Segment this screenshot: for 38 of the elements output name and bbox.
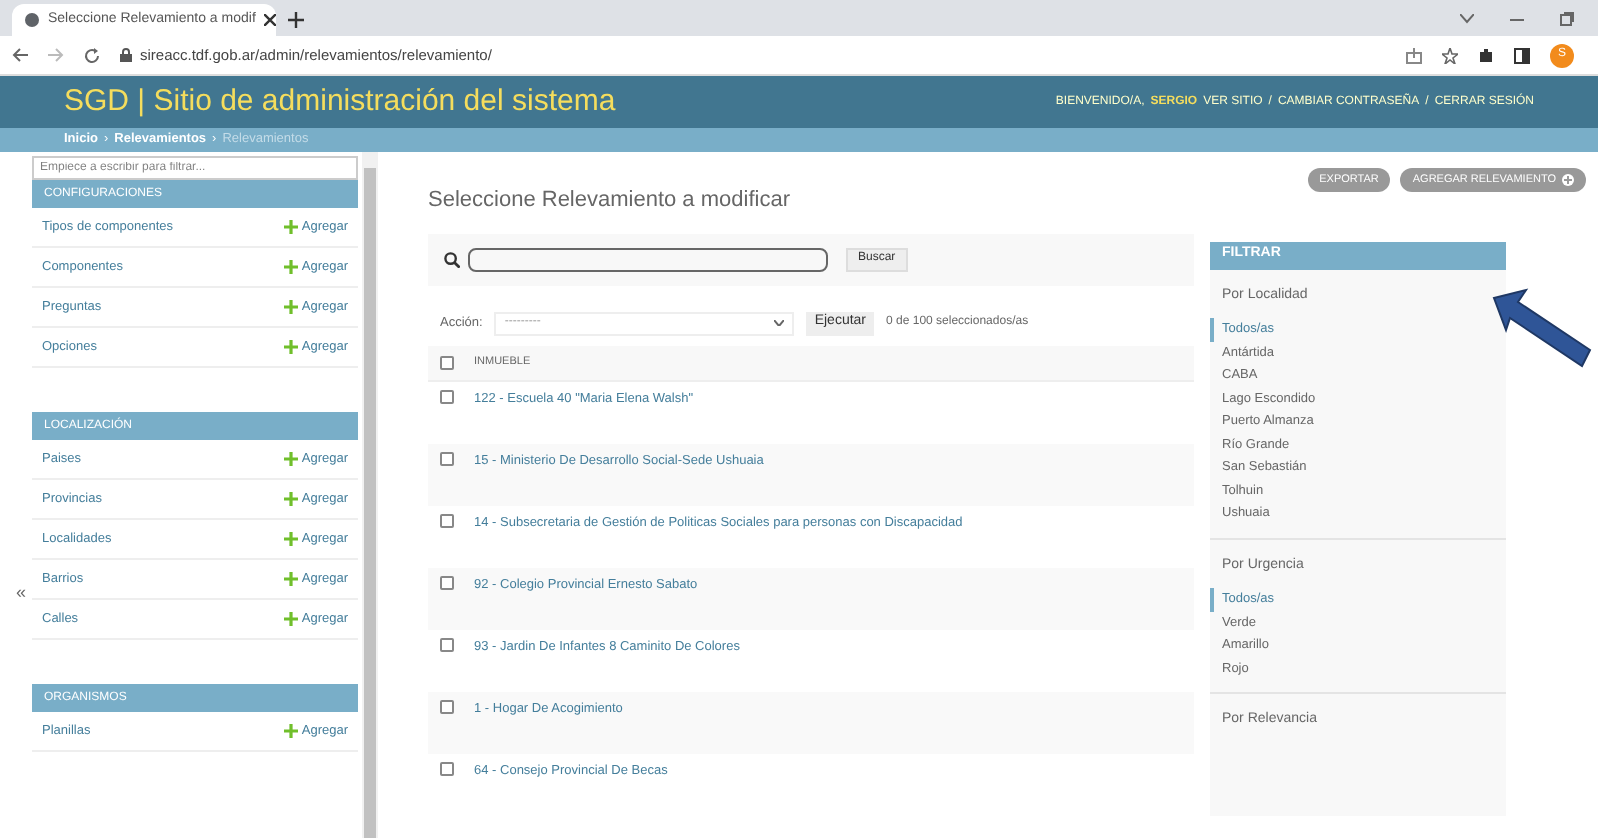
chevron-down-icon[interactable] bbox=[1460, 14, 1474, 24]
reload-icon[interactable] bbox=[84, 47, 100, 63]
checkbox[interactable] bbox=[440, 513, 454, 527]
plus-icon bbox=[283, 612, 298, 626]
plus-icon bbox=[283, 724, 298, 738]
checkbox[interactable] bbox=[440, 699, 454, 713]
checkbox[interactable] bbox=[440, 355, 454, 369]
search-icon bbox=[444, 251, 460, 267]
plus-icon bbox=[283, 220, 298, 234]
scrollbar[interactable] bbox=[362, 152, 378, 838]
new-tab-icon[interactable] bbox=[288, 12, 304, 28]
checkbox[interactable] bbox=[440, 451, 454, 465]
chevron-down-icon bbox=[774, 320, 785, 326]
plus-icon bbox=[283, 572, 298, 586]
checkbox[interactable] bbox=[440, 761, 454, 775]
lock-icon bbox=[120, 48, 132, 62]
checkbox[interactable] bbox=[440, 389, 454, 403]
sidebar-icon[interactable] bbox=[1514, 47, 1530, 63]
plus-icon bbox=[283, 452, 298, 466]
plus-icon bbox=[283, 340, 298, 354]
collapse-toggle[interactable]: « bbox=[16, 580, 27, 607]
plus-icon bbox=[283, 492, 298, 506]
puzzle-icon[interactable] bbox=[1478, 47, 1494, 63]
minimize-icon[interactable] bbox=[1510, 17, 1524, 21]
share-icon[interactable] bbox=[1406, 47, 1422, 63]
back-icon[interactable] bbox=[12, 48, 28, 62]
page-heading: Seleccione Relevamiento a modificar bbox=[428, 186, 790, 216]
close-icon[interactable] bbox=[263, 14, 276, 26]
plus-icon bbox=[1562, 174, 1574, 186]
search-field[interactable] bbox=[468, 247, 828, 271]
checkbox[interactable] bbox=[440, 575, 454, 589]
site-title[interactable]: SGD | Sitio de administración del sistema bbox=[64, 79, 616, 125]
checkbox[interactable] bbox=[440, 637, 454, 651]
plus-icon bbox=[283, 260, 298, 274]
plus-icon bbox=[283, 300, 298, 314]
star-icon[interactable] bbox=[1442, 47, 1458, 63]
plus-icon bbox=[283, 532, 298, 546]
restore-icon[interactable] bbox=[1560, 12, 1574, 26]
